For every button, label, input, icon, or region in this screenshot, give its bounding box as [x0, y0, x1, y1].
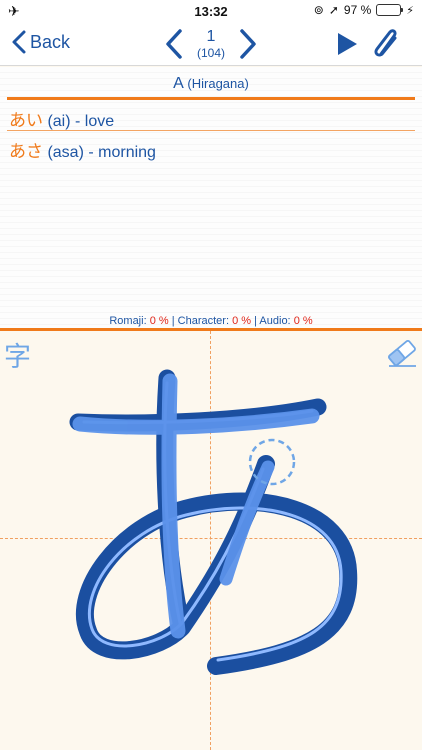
vocab-divider: [7, 130, 415, 131]
rotation-lock-icon: ⊚: [313, 3, 324, 17]
vocab-japanese: あさ: [9, 142, 43, 161]
attachment-icon[interactable]: [372, 28, 402, 60]
title-divider: [7, 97, 415, 100]
character-title: A (Hiragana): [0, 75, 422, 93]
play-audio-button[interactable]: [336, 32, 358, 56]
character-score: 0 %: [232, 315, 252, 327]
romaji-score: 0 %: [149, 315, 169, 327]
charging-icon: ⚡: [406, 4, 414, 17]
vocab-item[interactable]: あさ (asa) - morning: [9, 137, 156, 162]
previous-button[interactable]: [162, 28, 186, 60]
romaji-score-label: Romaji:: [109, 315, 147, 327]
battery-percent: 97 %: [343, 3, 372, 17]
pager: 1 (104): [162, 25, 260, 63]
battery-icon: [376, 4, 404, 16]
stroke-glyph: [69, 369, 358, 675]
character-type: (Hiragana): [187, 76, 249, 91]
vocab-meaning: - love: [75, 113, 115, 130]
separator: |: [171, 315, 175, 327]
vocab-japanese: あい: [9, 111, 43, 130]
vocab-item[interactable]: あい (ai) - love: [9, 106, 114, 131]
character-score-label: Character:: [177, 315, 230, 327]
vocab-romaji: (ai): [47, 113, 71, 130]
character-name: A: [173, 75, 183, 92]
info-panel: A (Hiragana) あい (ai) - love あさ (asa) - m…: [0, 67, 422, 328]
chevron-left-icon: [12, 30, 26, 54]
page-number: 1: [206, 28, 216, 45]
status-bar: ✈ 13:32 ⊚ ➚ 97 % ⚡: [0, 0, 422, 22]
page-total: (104): [196, 46, 225, 60]
score-summary: Romaji: 0 % | Character: 0 % | Audio: 0 …: [0, 315, 422, 327]
next-button[interactable]: [236, 28, 260, 60]
vocab-meaning: - morning: [88, 144, 156, 161]
audio-score-label: Audio:: [259, 315, 291, 327]
audio-score: 0 %: [293, 315, 313, 327]
kanji-toggle-button[interactable]: 字: [4, 335, 31, 374]
back-label: Back: [30, 31, 71, 52]
separator: |: [254, 315, 257, 327]
location-icon: ➚: [328, 3, 339, 17]
eraser-icon[interactable]: [386, 337, 418, 369]
vocab-romaji: (asa): [47, 144, 84, 161]
back-button[interactable]: Back: [10, 29, 70, 55]
drawing-canvas[interactable]: 字: [0, 331, 422, 750]
status-right: ⊚ ➚ 97 % ⚡: [314, 3, 414, 17]
nav-bar: Back 1 (104): [0, 22, 422, 66]
